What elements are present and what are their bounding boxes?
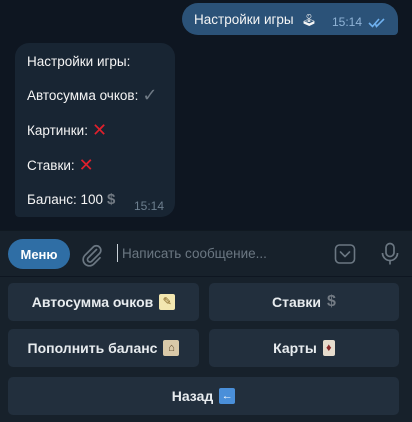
paperclip-icon[interactable] xyxy=(80,243,104,267)
chat-history: Настройки игры 🕹 15:14 Настройки игры: А… xyxy=(0,0,412,228)
message-input-bar: Меню xyxy=(0,230,412,276)
back-button[interactable]: Назад ← xyxy=(8,377,399,415)
cross-icon: ✕ xyxy=(91,120,108,140)
bets-setting: Ставки: ✕ xyxy=(27,155,94,175)
dollar-icon: $ xyxy=(106,191,116,208)
bank-icon: ⌂ xyxy=(163,340,180,356)
cross-icon: ✕ xyxy=(78,155,94,175)
double-check-icon xyxy=(368,17,385,28)
incoming-message-time: 15:14 xyxy=(133,199,164,213)
top-up-balance-button[interactable]: Пополнить баланс ⌂ xyxy=(8,329,199,367)
autosum-setting: Автосумма очков: ✓ xyxy=(27,85,158,105)
pictures-setting: Картинки: ✕ xyxy=(27,120,108,140)
autosum-button[interactable]: Автосумма очков ✎ xyxy=(8,283,199,321)
menu-button[interactable]: Меню xyxy=(8,239,70,269)
reply-keyboard: Автосумма очков ✎ Ставки $ Пополнить бал… xyxy=(0,277,412,422)
card-icon: ♦ xyxy=(322,340,335,356)
outgoing-message-time: 15:14 xyxy=(331,15,362,29)
settings-title: Настройки игры: xyxy=(27,54,131,69)
incoming-message[interactable]: Настройки игры: Автосумма очков: ✓ Карти… xyxy=(15,43,175,217)
outgoing-message-meta: 15:14 xyxy=(332,15,386,29)
joystick-icon: 🕹 xyxy=(301,12,317,27)
cards-button[interactable]: Карты ♦ xyxy=(209,329,399,367)
check-icon: ✓ xyxy=(142,85,158,105)
memo-icon: ✎ xyxy=(159,294,176,310)
bets-button[interactable]: Ставки $ xyxy=(209,283,399,321)
microphone-icon[interactable] xyxy=(380,242,400,266)
dollar-icon: $ xyxy=(327,293,336,310)
text-caret xyxy=(117,244,118,262)
outgoing-message-text: Настройки игры 🕹 xyxy=(194,11,317,27)
outgoing-message[interactable]: Настройки игры 🕹 15:14 xyxy=(182,3,398,35)
balance-setting: Баланс: 100 $ xyxy=(27,191,116,208)
left-arrow-icon: ← xyxy=(219,388,236,404)
bot-keyboard-icon[interactable] xyxy=(334,243,356,265)
message-input[interactable] xyxy=(122,241,322,265)
